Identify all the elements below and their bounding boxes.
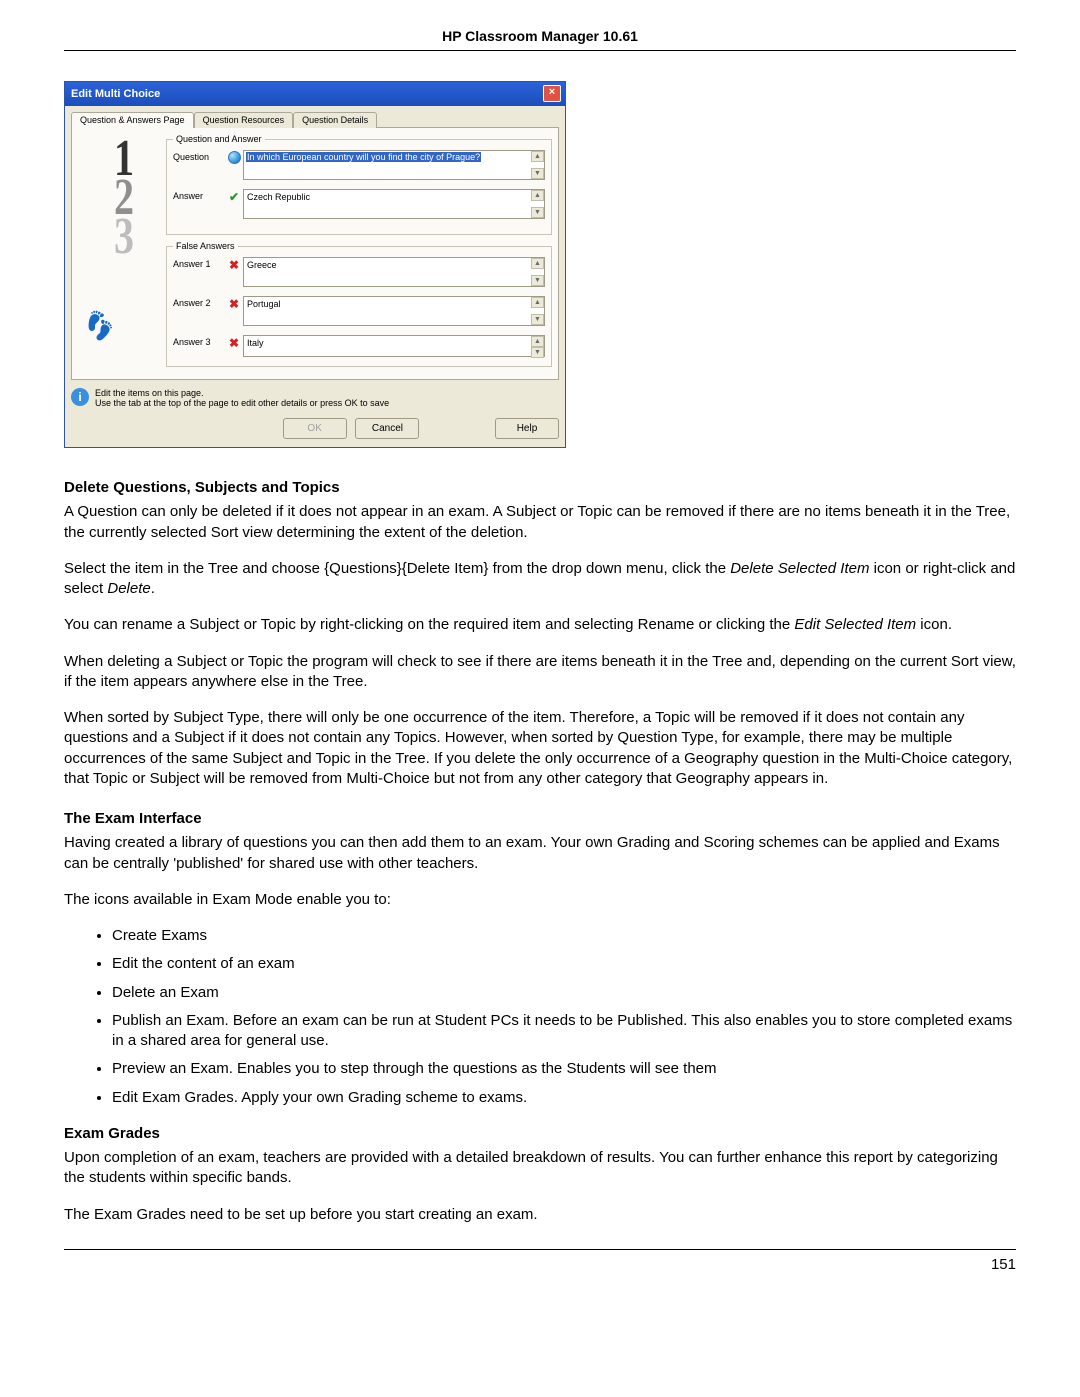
list-item: Preview an Exam. Enables you to step thr… <box>112 1059 1016 1079</box>
scroll-arrows[interactable]: ▲▼ <box>531 297 544 325</box>
section-exam-interface-title: The Exam Interface <box>64 809 1016 829</box>
document-content: Delete Questions, Subjects and Topics A … <box>64 478 1016 1225</box>
scroll-down-icon[interactable]: ▼ <box>531 275 544 286</box>
cancel-button[interactable]: Cancel <box>355 418 419 439</box>
scroll-down-icon[interactable]: ▼ <box>531 347 544 358</box>
question-selected-text: In which European country will you find … <box>246 152 481 162</box>
paragraph: A Question can only be deleted if it doe… <box>64 502 1016 543</box>
answer-label: Answer <box>173 189 225 201</box>
page-header-title: HP Classroom Manager 10.61 <box>64 28 1016 44</box>
dialog-hint: i Edit the items on this page. Use the t… <box>65 386 565 414</box>
italic-text: Delete Selected Item <box>730 560 869 577</box>
scroll-arrows[interactable]: ▲▼ <box>531 336 544 356</box>
paragraph: When sorted by Subject Type, there will … <box>64 708 1016 789</box>
false-answers-legend: False Answers <box>173 241 238 251</box>
scroll-down-icon[interactable]: ▼ <box>531 314 544 325</box>
answer1-label: Answer 1 <box>173 257 225 269</box>
check-icon: ✔ <box>229 190 239 204</box>
scroll-arrows[interactable]: ▲▼ <box>531 151 544 179</box>
edit-multi-choice-dialog: Edit Multi Choice × Question & Answers P… <box>64 81 566 448</box>
x-icon: ✖ <box>229 297 239 311</box>
close-icon[interactable]: × <box>543 85 561 102</box>
paragraph: Upon completion of an exam, teachers are… <box>64 1148 1016 1189</box>
paragraph: The icons available in Exam Mode enable … <box>64 890 1016 910</box>
x-icon: ✖ <box>229 336 239 350</box>
paragraph: You can rename a Subject or Topic by rig… <box>64 615 1016 635</box>
dialog-titlebar[interactable]: Edit Multi Choice × <box>65 82 565 106</box>
answer-textarea[interactable] <box>243 189 545 219</box>
paragraph: Having created a library of questions yo… <box>64 833 1016 874</box>
answer3-textarea[interactable] <box>243 335 545 357</box>
tab-question-details[interactable]: Question Details <box>293 112 377 128</box>
dialog-buttons: OK Cancel Help <box>65 414 565 447</box>
exam-mode-list: Create Exams Edit the content of an exam… <box>64 926 1016 1108</box>
scroll-up-icon[interactable]: ▲ <box>531 151 544 162</box>
answer2-textarea[interactable] <box>243 296 545 326</box>
text: Select the item in the Tree and choose {… <box>64 560 730 577</box>
page-number: 151 <box>64 1256 1016 1273</box>
italic-text: Edit Selected Item <box>794 616 916 633</box>
dialog-title-text: Edit Multi Choice <box>71 88 160 100</box>
question-answer-legend: Question and Answer <box>173 134 265 144</box>
ok-button[interactable]: OK <box>283 418 347 439</box>
paragraph: The Exam Grades need to be set up before… <box>64 1205 1016 1225</box>
question-icon <box>228 151 241 164</box>
paragraph: Select the item in the Tree and choose {… <box>64 559 1016 600</box>
scroll-arrows[interactable]: ▲▼ <box>531 258 544 286</box>
scroll-down-icon[interactable]: ▼ <box>531 207 544 218</box>
list-item: Create Exams <box>112 926 1016 946</box>
tab-question-resources[interactable]: Question Resources <box>194 112 294 128</box>
list-item: Delete an Exam <box>112 983 1016 1003</box>
paragraph: When deleting a Subject or Topic the pro… <box>64 652 1016 693</box>
scroll-up-icon[interactable]: ▲ <box>531 258 544 269</box>
section-exam-grades-title: Exam Grades <box>64 1124 1016 1144</box>
question-label: Question <box>173 150 225 162</box>
scroll-up-icon[interactable]: ▲ <box>531 297 544 308</box>
dialog-tabs: Question & Answers Page Question Resourc… <box>65 106 565 128</box>
scroll-up-icon[interactable]: ▲ <box>531 336 544 347</box>
scroll-arrows[interactable]: ▲▼ <box>531 190 544 218</box>
dialog-illustration: 1 2 3 👣 <box>78 134 166 356</box>
list-item: Edit the content of an exam <box>112 954 1016 974</box>
tab-question-answers[interactable]: Question & Answers Page <box>71 112 194 128</box>
x-icon: ✖ <box>229 258 239 272</box>
text: icon. <box>916 616 952 633</box>
dialog-body: 1 2 3 👣 Question and Answer Question <box>71 127 559 380</box>
help-button[interactable]: Help <box>495 418 559 439</box>
header-rule <box>64 50 1016 51</box>
list-item: Edit Exam Grades. Apply your own Grading… <box>112 1088 1016 1108</box>
answer3-label: Answer 3 <box>173 335 225 347</box>
answer2-label: Answer 2 <box>173 296 225 308</box>
answer1-textarea[interactable] <box>243 257 545 287</box>
hint-line2: Use the tab at the top of the page to ed… <box>95 398 389 408</box>
hint-line1: Edit the items on this page. <box>95 388 389 398</box>
scroll-up-icon[interactable]: ▲ <box>531 190 544 201</box>
question-answer-group: Question and Answer Question In which Eu… <box>166 134 552 235</box>
text: . <box>151 580 155 597</box>
footprints-icon: 👣 <box>79 307 118 346</box>
list-item: Publish an Exam. Before an exam can be r… <box>112 1011 1016 1052</box>
false-answers-group: False Answers Answer 1 ✖ ▲▼ Answer 2 ✖ <box>166 241 552 367</box>
text: You can rename a Subject or Topic by rig… <box>64 616 794 633</box>
scroll-down-icon[interactable]: ▼ <box>531 168 544 179</box>
section-delete-title: Delete Questions, Subjects and Topics <box>64 478 1016 498</box>
footer-rule <box>64 1249 1016 1250</box>
info-icon: i <box>71 388 89 406</box>
italic-text: Delete <box>107 580 150 597</box>
